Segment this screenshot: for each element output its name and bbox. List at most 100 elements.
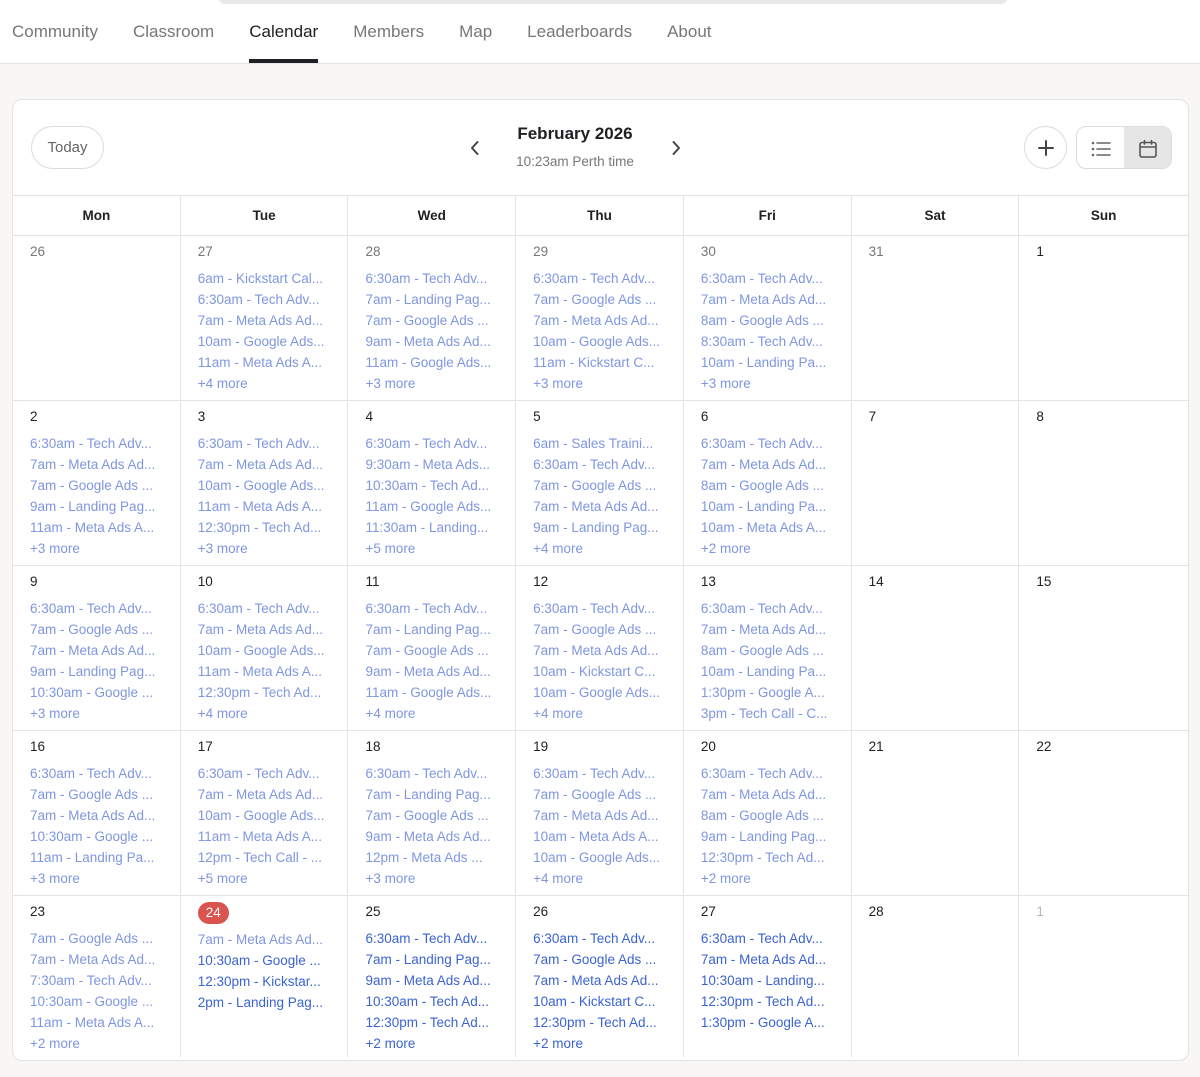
calendar-event[interactable]: 7am - Google Ads ...: [30, 928, 164, 949]
day-cell[interactable]: 22: [1019, 731, 1188, 895]
calendar-event[interactable]: 7am - Google Ads ...: [30, 784, 164, 805]
calendar-event[interactable]: 9am - Landing Pag...: [30, 496, 164, 517]
calendar-event[interactable]: 10am - Google Ads...: [198, 475, 332, 496]
day-cell[interactable]: 16 6:30am - Tech Adv... 7am - Google Ads .…: [13, 731, 181, 895]
more-events-link[interactable]: +3 more: [365, 868, 515, 889]
day-cell[interactable]: 27 6am - Kickstart Cal... 6:30am - Tech Ad…: [181, 236, 349, 400]
tab-classroom[interactable]: Classroom: [133, 0, 214, 64]
calendar-event[interactable]: 6:30am - Tech Adv...: [701, 433, 835, 454]
calendar-event[interactable]: 7:30am - Tech Adv...: [30, 970, 164, 991]
more-events-link[interactable]: +3 more: [533, 373, 683, 394]
calendar-event[interactable]: 7am - Landing Pag...: [365, 949, 499, 970]
calendar-event[interactable]: 7am - Meta Ads Ad...: [198, 310, 332, 331]
calendar-event[interactable]: 11am - Meta Ads A...: [30, 517, 164, 538]
calendar-event[interactable]: 1:30pm - Google A...: [701, 682, 835, 703]
calendar-event[interactable]: 12:30pm - Tech Ad...: [701, 991, 835, 1012]
day-cell[interactable]: 5 6am - Sales Traini... 6:30am - Tech Adv.…: [516, 401, 684, 565]
more-events-link[interactable]: +2 more: [533, 1033, 683, 1054]
more-events-link[interactable]: +4 more: [533, 703, 683, 724]
calendar-event[interactable]: 11am - Meta Ads A...: [198, 661, 332, 682]
calendar-event[interactable]: 9am - Meta Ads Ad...: [365, 661, 499, 682]
calendar-event[interactable]: 6:30am - Tech Adv...: [533, 598, 667, 619]
day-cell[interactable]: 1: [1019, 236, 1188, 400]
calendar-event[interactable]: 10am - Google Ads...: [198, 331, 332, 352]
calendar-event[interactable]: 6:30am - Tech Adv...: [701, 763, 835, 784]
tab-leaderboards[interactable]: Leaderboards: [527, 0, 632, 64]
day-cell[interactable]: 24 7am - Meta Ads Ad... 10:30am - Google .…: [181, 896, 349, 1057]
calendar-event[interactable]: 11am - Google Ads...: [365, 352, 499, 373]
calendar-event[interactable]: 11am - Meta Ads A...: [30, 1012, 164, 1033]
calendar-event[interactable]: 6am - Sales Traini...: [533, 433, 667, 454]
calendar-event[interactable]: 6:30am - Tech Adv...: [30, 433, 164, 454]
more-events-link[interactable]: +2 more: [701, 868, 851, 889]
calendar-event[interactable]: 7am - Meta Ads Ad...: [701, 454, 835, 475]
calendar-event[interactable]: 6:30am - Tech Adv...: [365, 268, 499, 289]
calendar-event[interactable]: 9am - Meta Ads Ad...: [365, 826, 499, 847]
calendar-event[interactable]: 10am - Kickstart C...: [533, 991, 667, 1012]
more-events-link[interactable]: +3 more: [30, 868, 180, 889]
day-cell[interactable]: 14: [852, 566, 1020, 730]
calendar-event[interactable]: 11am - Meta Ads A...: [198, 496, 332, 517]
calendar-event[interactable]: 7am - Google Ads ...: [365, 640, 499, 661]
calendar-event[interactable]: 7am - Meta Ads Ad...: [198, 619, 332, 640]
calendar-event[interactable]: 12pm - Tech Call - ...: [198, 847, 332, 868]
calendar-event[interactable]: 7am - Google Ads ...: [365, 805, 499, 826]
calendar-event[interactable]: 12:30pm - Tech Ad...: [365, 1012, 499, 1033]
calendar-event[interactable]: 9am - Landing Pag...: [533, 517, 667, 538]
day-cell[interactable]: 27 6:30am - Tech Adv... 7am - Meta Ads Ad.…: [684, 896, 852, 1057]
calendar-event[interactable]: 6:30am - Tech Adv...: [365, 598, 499, 619]
calendar-event[interactable]: 6:30am - Tech Adv...: [533, 454, 667, 475]
month-view-button[interactable]: [1124, 127, 1171, 168]
calendar-event[interactable]: 11am - Meta Ads A...: [198, 826, 332, 847]
day-cell[interactable]: 31: [852, 236, 1020, 400]
calendar-event[interactable]: 7am - Meta Ads Ad...: [701, 619, 835, 640]
day-cell[interactable]: 12 6:30am - Tech Adv... 7am - Google Ads .…: [516, 566, 684, 730]
day-cell[interactable]: 19 6:30am - Tech Adv... 7am - Google Ads .…: [516, 731, 684, 895]
calendar-event[interactable]: 6:30am - Tech Adv...: [365, 763, 499, 784]
calendar-event[interactable]: 7am - Google Ads ...: [30, 475, 164, 496]
calendar-event[interactable]: 7am - Google Ads ...: [365, 310, 499, 331]
day-cell[interactable]: 29 6:30am - Tech Adv... 7am - Google Ads .…: [516, 236, 684, 400]
calendar-event[interactable]: 10:30am - Tech Ad...: [365, 475, 499, 496]
calendar-event[interactable]: 7am - Meta Ads Ad...: [533, 640, 667, 661]
day-cell[interactable]: 21: [852, 731, 1020, 895]
calendar-event[interactable]: 7am - Landing Pag...: [365, 784, 499, 805]
calendar-event[interactable]: 7am - Google Ads ...: [533, 784, 667, 805]
calendar-event[interactable]: 10am - Google Ads...: [533, 331, 667, 352]
calendar-event[interactable]: 11:30am - Landing...: [365, 517, 499, 538]
day-cell[interactable]: 28 6:30am - Tech Adv... 7am - Landing Pag.…: [348, 236, 517, 400]
calendar-event[interactable]: 7am - Google Ads ...: [533, 475, 667, 496]
tab-community[interactable]: Community: [12, 0, 98, 64]
tab-calendar[interactable]: Calendar: [249, 0, 319, 64]
calendar-event[interactable]: 6:30am - Tech Adv...: [30, 598, 164, 619]
calendar-event[interactable]: 6:30am - Tech Adv...: [701, 928, 835, 949]
calendar-event[interactable]: 6:30am - Tech Adv...: [533, 763, 667, 784]
calendar-event[interactable]: 7am - Meta Ads Ad...: [198, 929, 332, 950]
calendar-event[interactable]: 10am - Landing Pa...: [701, 661, 835, 682]
more-events-link[interactable]: +3 more: [30, 703, 180, 724]
calendar-event[interactable]: 10:30am - Google ...: [30, 826, 164, 847]
day-cell[interactable]: 11 6:30am - Tech Adv... 7am - Landing Pag.…: [348, 566, 517, 730]
calendar-event[interactable]: 7am - Meta Ads Ad...: [198, 784, 332, 805]
more-events-link[interactable]: +3 more: [701, 373, 851, 394]
day-cell[interactable]: 20 6:30am - Tech Adv... 7am - Meta Ads Ad.…: [684, 731, 852, 895]
calendar-event[interactable]: 7am - Meta Ads Ad...: [701, 949, 835, 970]
calendar-event[interactable]: 9am - Landing Pag...: [30, 661, 164, 682]
calendar-event[interactable]: 9am - Meta Ads Ad...: [365, 331, 499, 352]
calendar-event[interactable]: 7am - Google Ads ...: [30, 619, 164, 640]
more-events-link[interactable]: +2 more: [30, 1033, 180, 1054]
tab-members[interactable]: Members: [353, 0, 424, 64]
tab-map[interactable]: Map: [459, 0, 492, 64]
calendar-event[interactable]: 7am - Meta Ads Ad...: [30, 805, 164, 826]
calendar-event[interactable]: 11am - Meta Ads A...: [198, 352, 332, 373]
today-button[interactable]: Today: [31, 126, 104, 169]
calendar-event[interactable]: 7am - Meta Ads Ad...: [533, 970, 667, 991]
calendar-event[interactable]: 9:30am - Meta Ads...: [365, 454, 499, 475]
calendar-event[interactable]: 6:30am - Tech Adv...: [198, 763, 332, 784]
calendar-event[interactable]: 12:30pm - Tech Ad...: [701, 847, 835, 868]
calendar-event[interactable]: 6:30am - Tech Adv...: [701, 598, 835, 619]
calendar-event[interactable]: 8am - Google Ads ...: [701, 805, 835, 826]
calendar-event[interactable]: 2pm - Landing Pag...: [198, 992, 332, 1013]
calendar-event[interactable]: 6:30am - Tech Adv...: [533, 928, 667, 949]
calendar-event[interactable]: 6:30am - Tech Adv...: [198, 433, 332, 454]
